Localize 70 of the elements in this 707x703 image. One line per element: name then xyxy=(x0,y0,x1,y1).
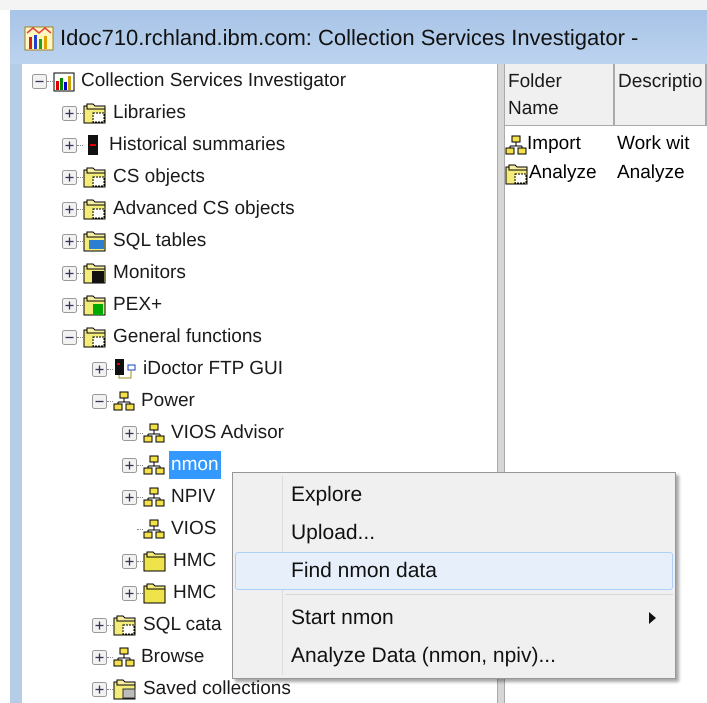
window-title: Idoc710.rchland.ibm.com: Collection Services Investigator - xyxy=(60,24,638,52)
folder-icon xyxy=(143,582,167,604)
tree-item[interactable]: Advanced CS objects xyxy=(111,194,297,224)
tree-item[interactable]: HMC xyxy=(171,578,218,608)
tree-item[interactable]: NPIV xyxy=(169,482,218,512)
column-header[interactable]: Folder Name xyxy=(505,64,615,126)
folder-icon xyxy=(113,614,137,636)
expand-icon[interactable] xyxy=(62,170,77,184)
folder-icon xyxy=(83,326,107,348)
expand-icon[interactable] xyxy=(92,682,107,696)
network-icon xyxy=(113,647,135,667)
folder-icon xyxy=(83,198,107,220)
expand-icon[interactable] xyxy=(62,298,77,312)
expand-icon[interactable] xyxy=(62,266,77,280)
network-icon xyxy=(505,134,527,154)
folder-icon xyxy=(83,102,107,124)
tree-item[interactable]: Historical summaries xyxy=(107,130,288,160)
folder-icon xyxy=(83,262,107,284)
column-header[interactable]: Descriptio xyxy=(615,64,707,126)
network-icon xyxy=(143,487,165,507)
menu-item[interactable]: Find nmon data xyxy=(235,552,673,590)
expand-icon[interactable] xyxy=(122,490,137,504)
menu-item[interactable]: Explore xyxy=(235,476,673,514)
expand-icon[interactable] xyxy=(62,202,77,216)
tree-item[interactable]: PEX+ xyxy=(111,290,164,320)
description-cell-text: Work wit xyxy=(616,132,690,156)
expand-icon[interactable] xyxy=(62,234,77,248)
folder-icon xyxy=(83,166,107,188)
tree-item[interactable]: VIOS Advisor xyxy=(169,418,286,448)
network-icon xyxy=(143,455,165,475)
chart-icon xyxy=(53,70,75,92)
tree-item[interactable]: SQL cata xyxy=(141,610,224,640)
expand-icon[interactable] xyxy=(92,618,107,632)
expand-icon[interactable] xyxy=(122,586,137,600)
tree-item[interactable]: Browse xyxy=(139,642,206,672)
tree-item[interactable]: SQL tables xyxy=(111,226,208,256)
tree-item[interactable]: Saved collections xyxy=(141,674,293,703)
folder-name-cell-text: Analyze xyxy=(529,161,597,186)
expand-icon[interactable] xyxy=(92,650,107,664)
expand-icon[interactable] xyxy=(62,106,77,120)
folder-icon xyxy=(83,294,107,316)
menu-item[interactable]: Upload... xyxy=(235,514,673,552)
collapse-icon[interactable] xyxy=(92,394,107,408)
tree-item[interactable]: Libraries xyxy=(111,98,188,128)
folder-icon xyxy=(143,550,167,572)
folder-icon xyxy=(83,230,107,252)
network-icon xyxy=(143,423,165,443)
menu-item[interactable]: Start nmon xyxy=(235,599,673,637)
computer-icon xyxy=(113,358,137,380)
tree-item[interactable]: HMC xyxy=(171,546,218,576)
network-icon xyxy=(143,519,165,539)
tree-item[interactable]: CS objects xyxy=(111,162,207,192)
collapse-icon[interactable] xyxy=(62,330,77,344)
network-icon xyxy=(113,391,135,411)
tree-item[interactable]: Collection Services Investigator xyxy=(79,66,348,96)
tree-item[interactable]: General functions xyxy=(111,322,264,352)
collapse-icon[interactable] xyxy=(32,74,47,88)
expand-icon[interactable] xyxy=(92,362,107,376)
tree-item[interactable]: iDoctor FTP GUI xyxy=(141,354,286,384)
description-cell-text: Analyze xyxy=(616,161,685,186)
folder-icon xyxy=(113,678,137,700)
tree-item[interactable]: Power xyxy=(139,386,197,416)
expand-icon[interactable] xyxy=(122,458,137,472)
expand-icon[interactable] xyxy=(122,554,137,568)
tree-item[interactable]: Monitors xyxy=(111,258,188,288)
menu-item[interactable]: Analyze Data (nmon, npiv)... xyxy=(235,637,673,675)
expand-icon[interactable] xyxy=(62,138,77,152)
expand-icon[interactable] xyxy=(122,426,137,440)
folder-name-cell-text: Import xyxy=(527,132,581,156)
tree-item[interactable]: VIOS xyxy=(169,514,218,544)
